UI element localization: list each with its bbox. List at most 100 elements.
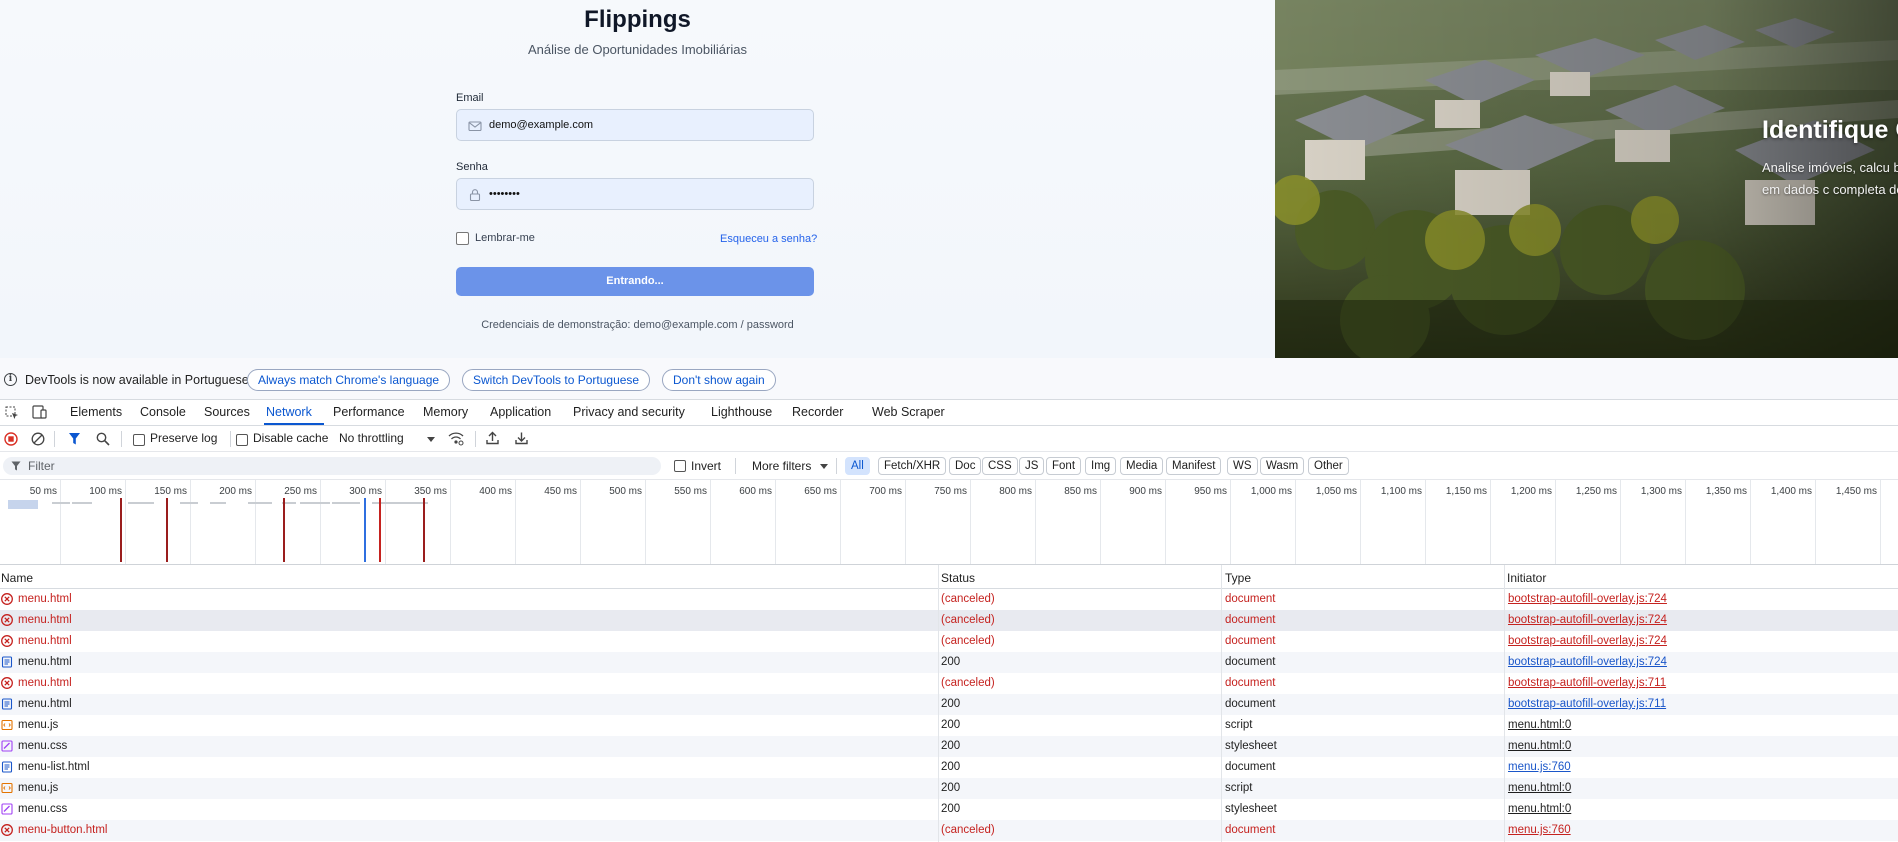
tab-elements[interactable]: Elements — [70, 405, 122, 419]
network-overview-timeline[interactable]: 50 ms 100 ms 150 ms 200 ms 250 ms 300 ms 350 m… — [0, 480, 1898, 565]
request-initiator-link[interactable]: bootstrap-autofill-overlay.js:724 — [1508, 593, 1667, 605]
preserve-log-label[interactable]: Preserve log — [150, 431, 217, 445]
type-filter-other[interactable]: Other — [1308, 457, 1349, 475]
table-row[interactable]: menu.css 200 stylesheet menu.html:0 — [0, 799, 1898, 820]
timeline-tick-label: 1,100 ms — [1380, 486, 1422, 497]
email-field[interactable]: demo@example.com — [456, 109, 814, 141]
request-status: (canceled) — [941, 593, 995, 605]
table-row[interactable]: menu.html (canceled) document bootstrap-aut… — [0, 610, 1898, 631]
type-filter-wasm[interactable]: Wasm — [1260, 457, 1305, 475]
type-filter-ws[interactable]: WS — [1227, 457, 1258, 475]
filter-icon[interactable] — [68, 432, 81, 446]
forgot-password-link[interactable]: Esqueceu a senha? — [720, 233, 817, 245]
request-initiator-link[interactable]: menu.html:0 — [1508, 719, 1571, 731]
stylesheet-icon — [1, 740, 13, 752]
filter-placeholder: Filter — [28, 459, 55, 473]
device-toolbar-icon[interactable] — [31, 405, 47, 420]
request-initiator-link[interactable]: bootstrap-autofill-overlay.js:724 — [1508, 614, 1667, 626]
tab-privacy-security[interactable]: Privacy and security — [573, 405, 685, 419]
request-bar — [332, 502, 360, 504]
timeline-event-marker — [379, 498, 381, 562]
table-row[interactable]: menu.js 200 script menu.html:0 — [0, 778, 1898, 799]
network-conditions-icon[interactable] — [448, 431, 464, 446]
tab-web-scraper[interactable]: Web Scraper — [872, 405, 945, 419]
request-initiator-link[interactable]: menu.html:0 — [1508, 740, 1571, 752]
request-initiator-link[interactable]: menu.html:0 — [1508, 803, 1571, 815]
inspect-element-icon[interactable] — [5, 406, 19, 420]
request-initiator-link[interactable]: bootstrap-autofill-overlay.js:724 — [1508, 656, 1667, 668]
table-row[interactable]: menu-button.html (canceled) document menu.j… — [0, 820, 1898, 841]
type-filter-css[interactable]: CSS — [982, 457, 1018, 475]
timeline-gridline — [1425, 480, 1426, 564]
preserve-log-checkbox[interactable] — [133, 434, 145, 446]
column-header-name[interactable]: Name — [1, 571, 33, 585]
request-type: document — [1225, 593, 1276, 605]
tab-application[interactable]: Application — [490, 405, 551, 419]
disable-cache-label[interactable]: Disable cache — [253, 431, 328, 445]
table-row[interactable]: menu.html (canceled) document bootstrap-aut… — [0, 631, 1898, 652]
tab-network[interactable]: Network — [266, 405, 312, 419]
table-row[interactable]: menu.html 200 document bootstrap-autofill-o… — [0, 694, 1898, 715]
request-initiator-link[interactable]: bootstrap-autofill-overlay.js:724 — [1508, 635, 1667, 647]
export-har-icon[interactable] — [515, 431, 528, 445]
request-initiator-link[interactable]: bootstrap-autofill-overlay.js:711 — [1508, 698, 1666, 710]
table-row[interactable]: menu.js 200 script menu.html:0 — [0, 715, 1898, 736]
type-filter-img[interactable]: Img — [1085, 457, 1117, 475]
table-row[interactable]: menu.html (canceled) document bootstrap-aut… — [0, 673, 1898, 694]
column-divider — [1221, 565, 1222, 842]
more-filters-dropdown[interactable]: More filters — [752, 459, 811, 473]
column-header-initiator[interactable]: Initiator — [1507, 571, 1546, 585]
remember-checkbox[interactable] — [456, 232, 469, 245]
request-name: menu-button.html — [18, 824, 108, 836]
request-status: 200 — [941, 761, 961, 773]
request-initiator-link[interactable]: bootstrap-autofill-overlay.js:711 — [1508, 677, 1666, 689]
throttling-select[interactable]: No throttling — [339, 431, 404, 445]
column-header-status[interactable]: Status — [941, 571, 975, 585]
type-filter-all[interactable]: All — [845, 457, 870, 475]
dont-show-again-button[interactable]: Don't show again — [662, 369, 776, 391]
type-filter-doc[interactable]: Doc — [949, 457, 982, 475]
request-status: 200 — [941, 698, 961, 710]
tab-lighthouse[interactable]: Lighthouse — [711, 405, 772, 419]
stop-recording-icon[interactable] — [4, 432, 18, 446]
match-language-button[interactable]: Always match Chrome's language — [247, 369, 451, 391]
invert-checkbox[interactable] — [674, 460, 686, 472]
type-filter-media[interactable]: Media — [1120, 457, 1164, 475]
timeline-gridline — [580, 480, 581, 564]
request-initiator-link[interactable]: menu.js:760 — [1508, 824, 1571, 836]
table-row[interactable]: menu.html (canceled) document bootstrap-aut… — [0, 589, 1898, 610]
disable-cache-checkbox[interactable] — [236, 434, 248, 446]
import-har-icon[interactable] — [486, 431, 499, 445]
tab-performance[interactable]: Performance — [333, 405, 405, 419]
request-type: stylesheet — [1225, 803, 1277, 815]
timeline-gridline — [775, 480, 776, 564]
request-initiator-link[interactable]: menu.html:0 — [1508, 782, 1571, 794]
timeline-gridline — [1100, 480, 1101, 564]
table-row[interactable]: menu-list.html 200 document menu.js:760 — [0, 757, 1898, 778]
type-filter-manifest[interactable]: Manifest — [1166, 457, 1222, 475]
password-field[interactable]: •••••••• — [456, 178, 814, 210]
login-submit-button[interactable]: Entrando... — [456, 267, 814, 296]
type-filter-js[interactable]: JS — [1019, 457, 1045, 475]
tab-recorder[interactable]: Recorder — [792, 405, 843, 419]
table-row[interactable]: menu.css 200 stylesheet menu.html:0 — [0, 736, 1898, 757]
tab-memory[interactable]: Memory — [423, 405, 468, 419]
switch-language-button[interactable]: Switch DevTools to Portuguese — [462, 369, 651, 391]
request-initiator-link[interactable]: menu.js:760 — [1508, 761, 1571, 773]
tab-sources[interactable]: Sources — [204, 405, 250, 419]
filter-input[interactable]: Filter — [3, 457, 661, 475]
column-header-type[interactable]: Type — [1225, 571, 1251, 585]
search-icon[interactable] — [96, 432, 110, 446]
email-label: Email — [456, 92, 484, 104]
timeline-tick-label: 250 ms — [284, 486, 317, 497]
invert-label[interactable]: Invert — [691, 459, 721, 473]
table-row[interactable]: menu.html 200 document bootstrap-autofill-o… — [0, 652, 1898, 673]
clear-icon[interactable] — [31, 432, 45, 446]
tab-console[interactable]: Console — [140, 405, 186, 419]
type-filter-font[interactable]: Font — [1046, 457, 1082, 475]
request-status: 200 — [941, 782, 961, 794]
type-filter-fetch-xhr[interactable]: Fetch/XHR — [878, 457, 947, 475]
password-label: Senha — [456, 161, 488, 173]
timeline-tick-label: 150 ms — [154, 486, 187, 497]
remember-label[interactable]: Lembrar-me — [475, 232, 535, 244]
